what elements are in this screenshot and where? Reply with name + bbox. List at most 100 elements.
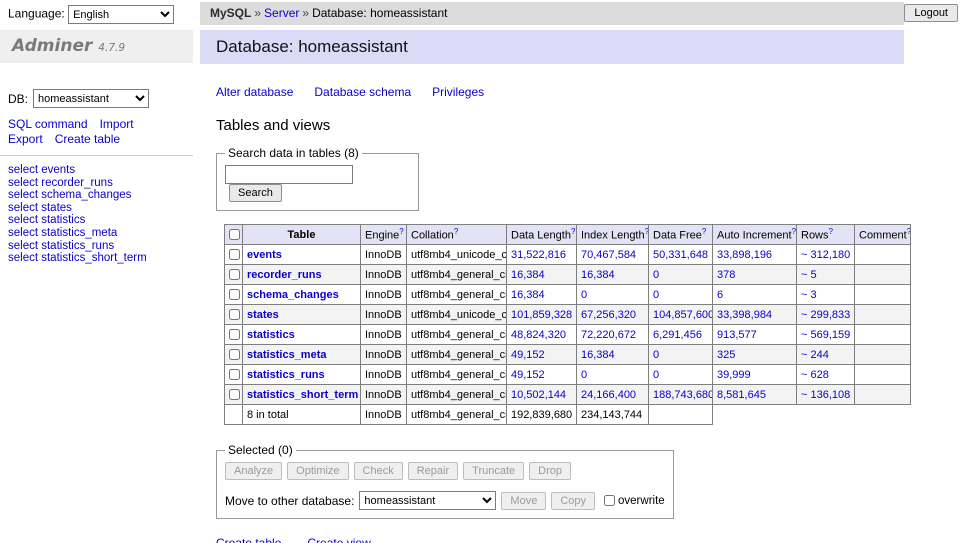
table-name-link[interactable]: recorder_runs: [247, 269, 322, 281]
data-length-link[interactable]: 10,502,144: [511, 389, 566, 401]
auto-increment-link[interactable]: 378: [717, 269, 735, 281]
row-select-checkbox[interactable]: [229, 369, 240, 380]
sidebar-select-table-link[interactable]: select statistics_short_term: [8, 252, 147, 264]
sidebar-link-export[interactable]: Export: [8, 132, 43, 146]
sidebar-select-table-link[interactable]: select recorder_runs: [8, 177, 113, 189]
help-icon[interactable]: ?: [702, 227, 706, 236]
help-icon[interactable]: ?: [645, 227, 649, 236]
sidebar-table-list-item: select recorder_runs: [8, 177, 185, 190]
auto-increment-link[interactable]: 33,398,984: [717, 309, 772, 321]
index-length-link[interactable]: 0: [581, 369, 587, 381]
rows-link[interactable]: ~ 628: [801, 369, 829, 381]
repair-button[interactable]: Repair: [408, 462, 458, 480]
row-select-checkbox[interactable]: [229, 289, 240, 300]
table-name-link[interactable]: statistics_short_term: [247, 389, 358, 401]
auto-increment-link[interactable]: 6: [717, 289, 723, 301]
sidebar-select-table-link[interactable]: select statistics_runs: [8, 240, 114, 252]
rows-link[interactable]: ~ 3: [801, 289, 817, 301]
data-free-link[interactable]: 0: [653, 349, 659, 361]
search-button[interactable]: Search: [229, 184, 282, 202]
index-length-link[interactable]: 24,166,400: [581, 389, 636, 401]
row-select-checkbox[interactable]: [229, 309, 240, 320]
help-icon[interactable]: ?: [454, 227, 458, 236]
table-name-link[interactable]: statistics_runs: [247, 369, 325, 381]
logout-button[interactable]: Logout: [904, 4, 958, 22]
row-select-checkbox[interactable]: [229, 349, 240, 360]
rows-link[interactable]: ~ 5: [801, 269, 817, 281]
drop-button[interactable]: Drop: [529, 462, 571, 480]
data-length-link[interactable]: 101,859,328: [511, 309, 572, 321]
index-length-link[interactable]: 16,384: [581, 269, 615, 281]
data-length-link[interactable]: 49,152: [511, 349, 545, 361]
privileges-link[interactable]: Privileges: [432, 85, 484, 99]
check-button[interactable]: Check: [354, 462, 403, 480]
help-icon[interactable]: ?: [571, 227, 575, 236]
copy-button[interactable]: Copy: [551, 492, 595, 510]
data-length-link[interactable]: 49,152: [511, 369, 545, 381]
sidebar-select-table-link[interactable]: select states: [8, 202, 72, 214]
index-length-link[interactable]: 16,384: [581, 349, 615, 361]
rows-link[interactable]: ~ 569,159: [801, 329, 850, 341]
auto-increment-link[interactable]: 33,898,196: [717, 249, 772, 261]
table-name-link[interactable]: statistics: [247, 329, 295, 341]
auto-increment-link[interactable]: 913,577: [717, 329, 757, 341]
sidebar-select-table-link[interactable]: select statistics_meta: [8, 227, 117, 239]
row-select-checkbox[interactable]: [229, 329, 240, 340]
table-name-link[interactable]: events: [247, 249, 282, 261]
breadcrumb-link-mysql[interactable]: MySQL: [210, 6, 251, 20]
create-view-link[interactable]: Create view: [307, 536, 370, 543]
data-length-link[interactable]: 31,522,816: [511, 249, 566, 261]
auto-increment-link[interactable]: 39,999: [717, 369, 751, 381]
alter-database-link[interactable]: Alter database: [216, 85, 293, 99]
row-select-checkbox[interactable]: [229, 269, 240, 280]
sidebar-select-table-link[interactable]: select schema_changes: [8, 189, 131, 201]
data-free-link[interactable]: 0: [653, 289, 659, 301]
index-length-link[interactable]: 0: [581, 289, 587, 301]
rows-link[interactable]: ~ 312,180: [801, 249, 850, 261]
help-icon[interactable]: ?: [829, 227, 833, 236]
sidebar-link-create-table[interactable]: Create table: [55, 132, 120, 146]
auto-increment-link[interactable]: 8,581,645: [717, 389, 766, 401]
move-button[interactable]: Move: [501, 492, 546, 510]
truncate-button[interactable]: Truncate: [463, 462, 524, 480]
data-free-link[interactable]: 50,331,648: [653, 249, 708, 261]
help-icon[interactable]: ?: [907, 227, 911, 236]
database-schema-link[interactable]: Database schema: [314, 85, 411, 99]
rows-link[interactable]: ~ 299,833: [801, 309, 850, 321]
sidebar-link-sql-command[interactable]: SQL command: [8, 117, 88, 131]
sidebar-select-table-link[interactable]: select events: [8, 164, 75, 176]
data-free-link[interactable]: 0: [653, 369, 659, 381]
overwrite-checkbox[interactable]: [604, 495, 615, 506]
create-table-link[interactable]: Create table: [216, 536, 281, 543]
sidebar-select-table-link[interactable]: select statistics: [8, 214, 85, 226]
data-length-link[interactable]: 16,384: [511, 269, 545, 281]
index-length-link[interactable]: 72,220,672: [581, 329, 636, 341]
index-length-link[interactable]: 67,256,320: [581, 309, 636, 321]
auto-increment-link[interactable]: 325: [717, 349, 735, 361]
sidebar-link-import[interactable]: Import: [100, 117, 134, 131]
db-select[interactable]: homeassistant: [33, 89, 149, 108]
data-free-link[interactable]: 104,857,600: [653, 309, 713, 321]
move-db-select[interactable]: homeassistant: [359, 491, 496, 510]
data-free-link[interactable]: 6,291,456: [653, 329, 702, 341]
row-select-checkbox[interactable]: [229, 389, 240, 400]
rows-link[interactable]: ~ 136,108: [801, 389, 850, 401]
select-all-checkbox[interactable]: [229, 229, 240, 240]
table-name-link[interactable]: schema_changes: [247, 289, 339, 301]
help-icon[interactable]: ?: [399, 227, 403, 236]
help-icon[interactable]: ?: [792, 227, 796, 236]
row-select-checkbox[interactable]: [229, 249, 240, 260]
optimize-button[interactable]: Optimize: [287, 462, 348, 480]
breadcrumb-link-server[interactable]: Server: [264, 6, 299, 20]
index-length-link[interactable]: 70,467,584: [581, 249, 636, 261]
data-length-link[interactable]: 16,384: [511, 289, 545, 301]
data-free-link[interactable]: 0: [653, 269, 659, 281]
analyze-button[interactable]: Analyze: [225, 462, 282, 480]
table-name-link[interactable]: statistics_meta: [247, 349, 327, 361]
search-input[interactable]: [225, 165, 353, 184]
data-free-link[interactable]: 188,743,680: [653, 389, 713, 401]
table-name-link[interactable]: states: [247, 309, 279, 321]
rows-link[interactable]: ~ 244: [801, 349, 829, 361]
data-length-link[interactable]: 48,824,320: [511, 329, 566, 341]
language-select[interactable]: English: [68, 5, 174, 24]
